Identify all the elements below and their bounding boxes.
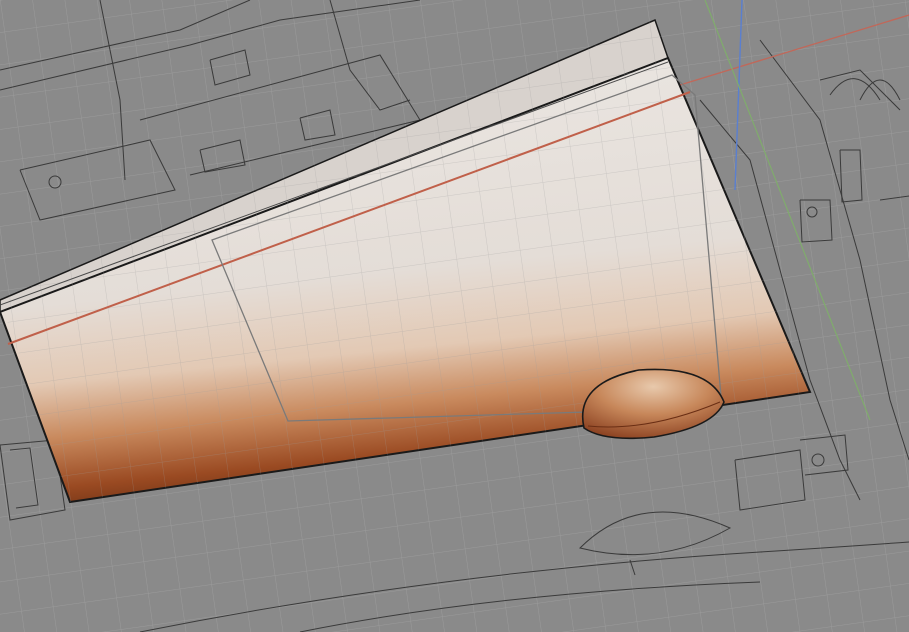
3d-viewport[interactable]	[0, 0, 909, 632]
viewport-canvas[interactable]	[0, 0, 909, 632]
